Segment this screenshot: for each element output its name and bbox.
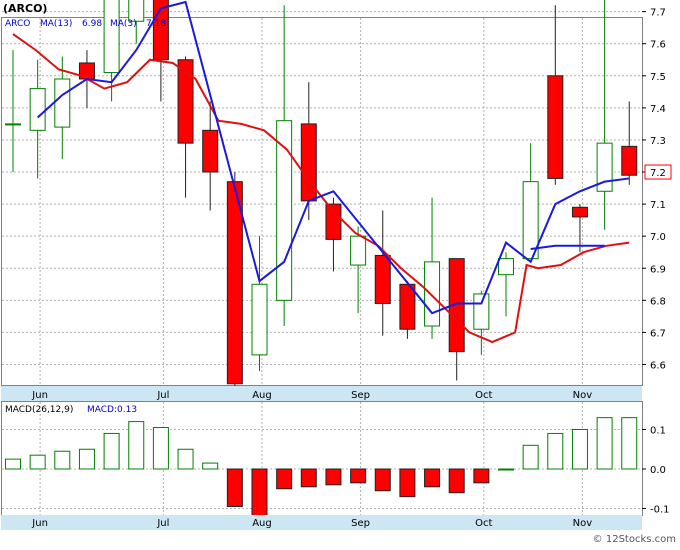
price-y-tick-label: 6.7	[650, 328, 666, 339]
macd-bar	[399, 468, 416, 498]
macd-bar	[202, 462, 219, 470]
macd-bar	[424, 468, 441, 488]
price-x-tick-label: Sep	[351, 390, 370, 401]
macd-y-tick-label: -0.1	[650, 505, 670, 516]
macd-bar	[571, 429, 588, 470]
macd-bar	[300, 468, 317, 488]
price-x-tick-label: Jul	[156, 390, 169, 401]
macd-bar	[251, 468, 268, 517]
macd-x-axis-band	[1, 515, 642, 530]
price-panel-frame	[1, 17, 643, 386]
macd-legend-label: MACD(26,12,9)	[5, 405, 73, 415]
macd-bar	[177, 448, 194, 470]
macd-bar	[547, 432, 564, 470]
macd-bar	[350, 468, 367, 484]
macd-bar	[325, 468, 342, 486]
price-x-tick-label: Jun	[31, 390, 48, 401]
macd-x-tick-label: Oct	[475, 518, 492, 529]
last-price-label: 7.2	[650, 168, 666, 179]
price-y-tick-label: 6.8	[650, 296, 666, 307]
macd-bar	[152, 427, 169, 470]
price-x-tick-label: Nov	[573, 390, 593, 401]
price-legend-ticker: ARCO	[5, 19, 30, 29]
price-y-tick-label: 6.9	[650, 264, 666, 275]
price-y-tick-label: 7.7	[650, 8, 666, 19]
macd-bar	[596, 417, 613, 470]
ma-short-legend-value: 7.18	[146, 19, 166, 29]
price-y-tick-label: 7.5	[650, 72, 666, 83]
price-y-tick-label: 7.3	[650, 136, 666, 147]
ma-short-legend-label: MA(3)	[110, 19, 137, 29]
macd-panel-frame	[1, 401, 643, 516]
macd-bar	[5, 458, 21, 470]
macd-x-tick-label: Aug	[252, 518, 272, 529]
macd-bar	[448, 468, 465, 494]
macd-x-tick-label: Sep	[351, 518, 370, 529]
price-x-tick-label: Aug	[252, 390, 272, 401]
macd-bar	[473, 468, 490, 484]
macd-bar	[522, 444, 539, 470]
macd-bar	[374, 468, 391, 492]
price-y-tick-label: 7.6	[650, 40, 666, 51]
macd-y-tick-label: 0.1	[650, 426, 666, 437]
macd-bar	[226, 468, 243, 508]
chart-title: (ARCO)	[3, 2, 47, 15]
chart-canvas: Jun Jul Aug Sep Oct Nov 6.6 6.7 6.8 6.9 7.0 7.1 7.2…	[0, 0, 680, 546]
ma-long-legend-label: MA(13)	[40, 19, 72, 29]
macd-x-tick-label: Jul	[156, 518, 169, 529]
price-x-tick-label: Oct	[475, 390, 492, 401]
stock-chart: Jun Jul Aug Sep Oct Nov 6.6 6.7 6.8 6.9 7.0 7.1 7.2…	[0, 0, 680, 546]
macd-bar	[29, 454, 46, 470]
macd-y-tick-label: 0.0	[650, 465, 666, 476]
macd-x-tick-label: Nov	[573, 518, 593, 529]
macd-bar	[276, 468, 293, 490]
macd-bar	[498, 468, 514, 471]
ma-long-legend-value: 6.98	[82, 19, 102, 29]
macd-bar	[128, 421, 145, 470]
macd-bar	[78, 448, 95, 470]
price-y-tick-label: 7.1	[650, 200, 666, 211]
price-y-tick-label: 6.6	[650, 361, 666, 372]
price-x-axis-band	[1, 386, 642, 401]
price-y-tick-label: 7.0	[650, 232, 666, 243]
macd-bar	[54, 450, 71, 470]
watermark: © 12Stocks.com	[593, 534, 676, 545]
macd-legend-value: MACD:0.13	[87, 405, 137, 415]
macd-x-tick-label: Jun	[31, 518, 48, 529]
macd-bar	[621, 417, 638, 470]
price-y-tick-label: 7.4	[650, 104, 666, 115]
macd-bar	[103, 432, 120, 470]
